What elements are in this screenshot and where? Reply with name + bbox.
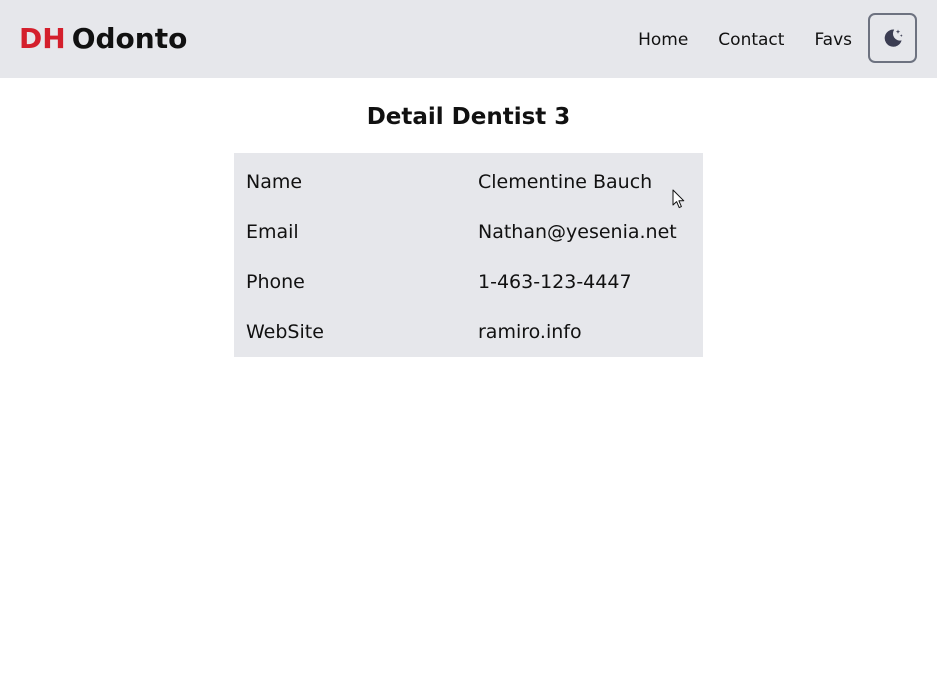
row-value: 1-463-123-4447 bbox=[478, 271, 632, 293]
theme-toggle-button[interactable] bbox=[868, 13, 917, 63]
nav-link-contact[interactable]: Contact bbox=[718, 27, 784, 53]
table-row-name: Name Clementine Bauch bbox=[234, 153, 703, 207]
nav-link-home[interactable]: Home bbox=[638, 27, 688, 53]
nav-link-favs[interactable]: Favs bbox=[814, 27, 852, 53]
nav-links: Home Contact Favs bbox=[638, 27, 852, 53]
row-label: WebSite bbox=[246, 321, 324, 343]
moon-stars-icon bbox=[884, 29, 903, 47]
table-row-website: WebSite ramiro.info bbox=[234, 307, 703, 357]
row-value: Nathan@yesenia.net bbox=[478, 221, 677, 243]
brand-name: Odonto bbox=[71, 22, 188, 55]
row-label: Email bbox=[246, 221, 299, 243]
table-row-phone: Phone 1-463-123-4447 bbox=[234, 257, 703, 307]
row-value: ramiro.info bbox=[478, 321, 582, 343]
mouse-cursor-icon bbox=[672, 189, 685, 209]
page-title: Detail Dentist 3 bbox=[366, 104, 571, 130]
dentist-detail-table: Name Clementine Bauch Email Nathan@yesen… bbox=[234, 153, 703, 357]
row-value: Clementine Bauch bbox=[478, 171, 653, 193]
row-label: Name bbox=[246, 171, 303, 193]
brand-accent: DH bbox=[19, 22, 66, 55]
navbar: DH Odonto Home Contact Favs bbox=[0, 0, 937, 78]
brand-logo[interactable]: DH Odonto bbox=[19, 20, 187, 58]
table-row-email: Email Nathan@yesenia.net bbox=[234, 207, 703, 257]
row-label: Phone bbox=[246, 271, 305, 293]
